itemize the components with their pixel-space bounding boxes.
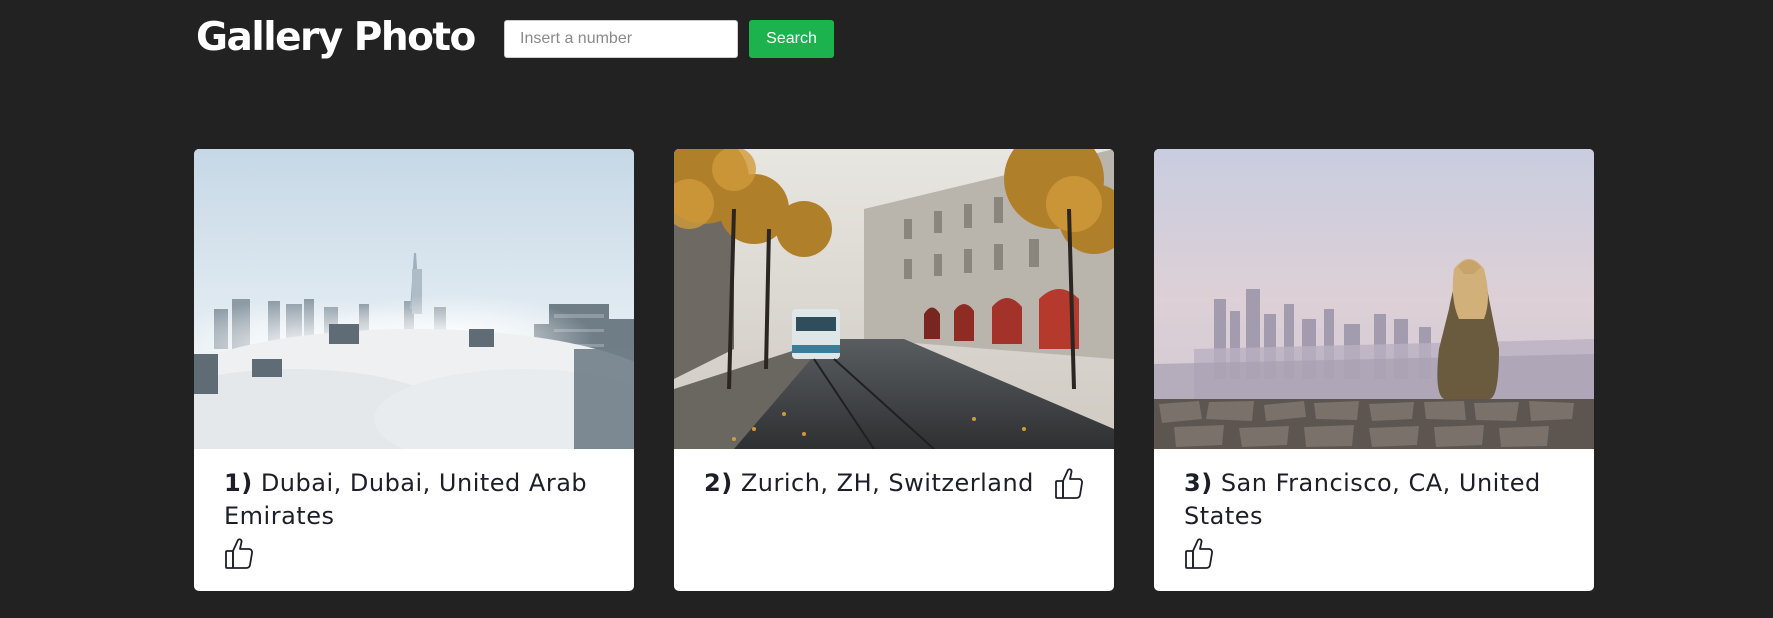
card-location: Zurich, ZH, Switzerland [740,469,1034,497]
thumbs-up-icon[interactable] [1184,537,1214,569]
card-location: San Francisco, CA, United States [1184,469,1541,530]
page-title: Gallery Photo [196,14,476,60]
card-number: 3) [1184,469,1213,497]
page-header: Gallery Photo [196,12,476,62]
card-number: 1) [224,469,253,497]
photo-image-san-francisco[interactable] [1154,149,1594,449]
photo-image-dubai[interactable] [194,149,634,449]
thumbs-up-icon[interactable] [1054,467,1084,499]
card-body: 1) Dubai, Dubai, United Arab Emirates [194,449,634,574]
card-location: Dubai, Dubai, United Arab Emirates [224,469,588,530]
photo-card: 1) Dubai, Dubai, United Arab Emirates [194,149,634,591]
search-button[interactable]: Search [749,20,834,58]
card-caption: 3) San Francisco, CA, United States [1184,467,1564,533]
thumbs-up-icon[interactable] [224,537,254,569]
search-input[interactable] [504,20,738,58]
card-body: 3) San Francisco, CA, United States [1154,449,1594,574]
zurich-photo [674,149,1114,449]
photo-card: 3) San Francisco, CA, United States [1154,149,1594,591]
photo-card: 2) Zurich, ZH, Switzerland [674,149,1114,591]
card-body: 2) Zurich, ZH, Switzerland [674,449,1114,500]
photo-image-zurich[interactable] [674,149,1114,449]
card-caption: 1) Dubai, Dubai, United Arab Emirates [224,467,604,533]
photo-gallery: 1) Dubai, Dubai, United Arab Emirates 2)… [194,149,1594,591]
search-form: Search [504,20,834,58]
san-francisco-photo [1154,149,1594,449]
card-number: 2) [704,469,733,497]
card-caption: 2) Zurich, ZH, Switzerland [704,467,1034,500]
dubai-photo [194,149,634,449]
